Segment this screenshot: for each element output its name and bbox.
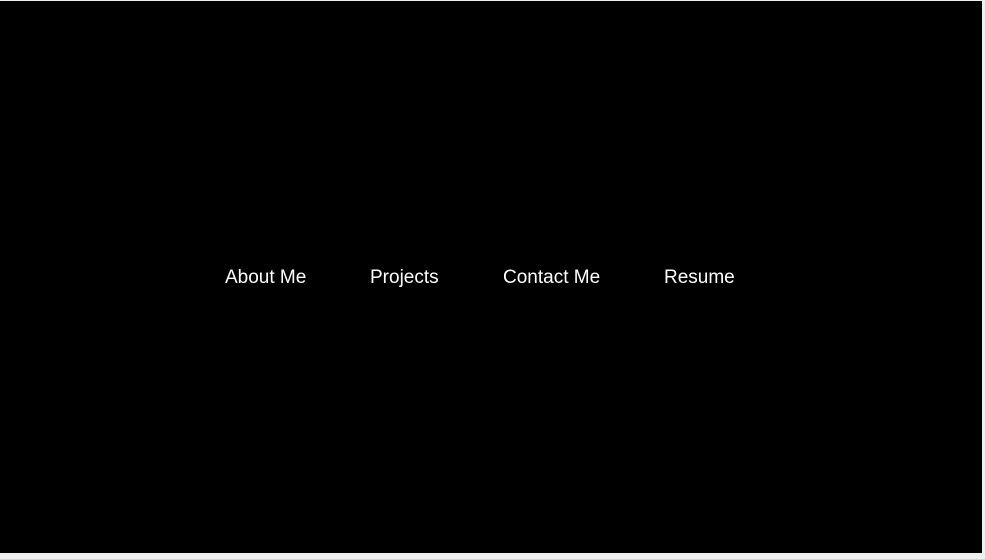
- hero-background: About Me Projects Contact Me Resume: [0, 1, 982, 553]
- nav-link-about-me[interactable]: About Me: [225, 267, 306, 289]
- main-navigation: About Me Projects Contact Me Resume: [0, 1, 982, 553]
- nav-link-projects[interactable]: Projects: [370, 267, 439, 289]
- nav-link-resume[interactable]: Resume: [664, 267, 735, 289]
- nav-link-contact-me[interactable]: Contact Me: [503, 267, 600, 289]
